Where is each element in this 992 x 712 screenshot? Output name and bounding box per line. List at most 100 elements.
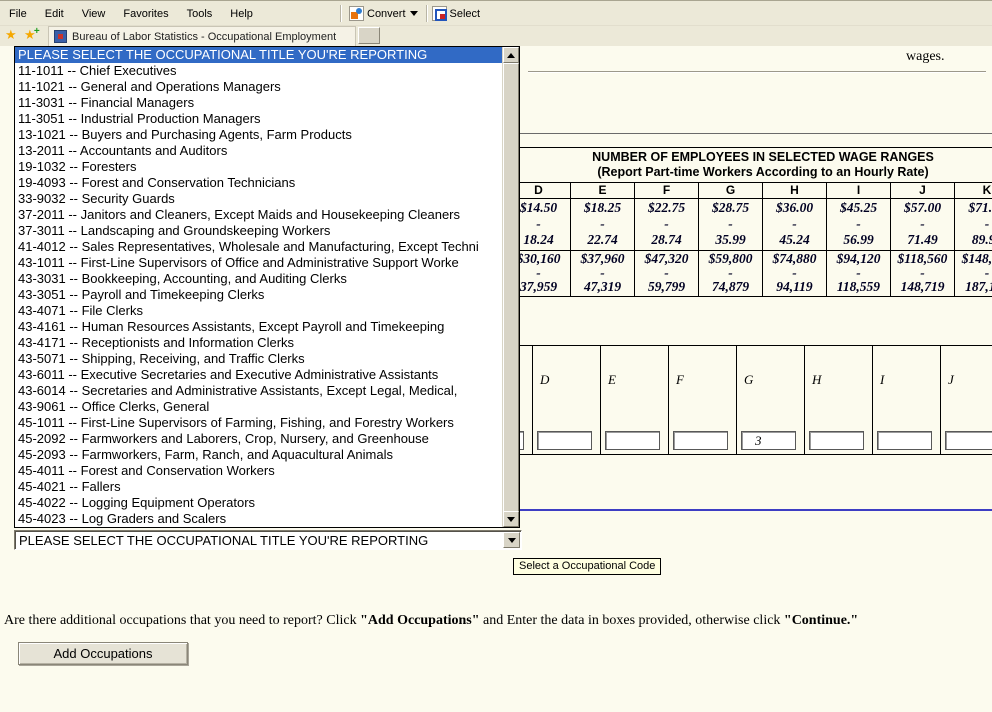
wage-range-dash: -: [763, 216, 826, 232]
occupation-option[interactable]: 37-3011 -- Landscaping and Groundskeepin…: [15, 223, 502, 239]
menu-item-file[interactable]: File: [0, 1, 36, 25]
occupation-option[interactable]: 45-4023 -- Log Graders and Scalers: [15, 511, 502, 527]
wage-range-dash: -: [763, 266, 826, 280]
wage-range-high: 148,719: [891, 280, 954, 294]
occupation-option[interactable]: 11-3051 -- Industrial Production Manager…: [15, 111, 502, 127]
wage-range-cell: $37,960-47,319: [571, 251, 635, 296]
convert-icon: [349, 6, 364, 21]
menu-item-help[interactable]: Help: [221, 1, 262, 25]
employee-count-input[interactable]: [809, 431, 864, 450]
employee-count-input[interactable]: [537, 431, 592, 450]
scroll-up-button[interactable]: [503, 47, 519, 63]
footer-part1: Are there additional occupations that yo…: [4, 613, 360, 628]
occupation-option[interactable]: 11-1011 -- Chief Executives: [15, 63, 502, 79]
employee-count-input[interactable]: [945, 431, 992, 450]
menu-item-favorites[interactable]: Favorites: [114, 1, 177, 25]
occupation-option[interactable]: 43-4171 -- Receptionists and Information…: [15, 335, 502, 351]
occupation-option[interactable]: 43-9061 -- Office Clerks, General: [15, 399, 502, 415]
occupation-option[interactable]: 37-2011 -- Janitors and Cleaners, Except…: [15, 207, 502, 223]
toolbar-group: Convert Select: [336, 1, 483, 26]
occupation-option[interactable]: 45-4011 -- Forest and Conservation Worke…: [15, 463, 502, 479]
menu-item-edit[interactable]: Edit: [36, 1, 73, 25]
add-occupations-button[interactable]: Add Occupations: [18, 642, 188, 665]
occupation-option[interactable]: 19-1032 -- Foresters: [15, 159, 502, 175]
footer-part2: and Enter the data in boxes provided, ot…: [480, 613, 784, 628]
occupation-option[interactable]: 43-3051 -- Payroll and Timekeeping Clerk…: [15, 287, 502, 303]
occupation-option[interactable]: PLEASE SELECT THE OCCUPATIONAL TITLE YOU…: [15, 47, 502, 63]
occupation-option[interactable]: 43-4071 -- File Clerks: [15, 303, 502, 319]
occupation-option[interactable]: 43-4161 -- Human Resources Assistants, E…: [15, 319, 502, 335]
horizontal-divider: [528, 71, 986, 73]
menu-item-view[interactable]: View: [73, 1, 115, 25]
wage-range-low: $57.00: [891, 200, 954, 216]
wage-range-dash: -: [827, 216, 890, 232]
entry-cell: D: [533, 346, 601, 454]
entry-cell: J: [941, 346, 992, 454]
select-button[interactable]: Select: [450, 8, 481, 20]
occupation-option[interactable]: 45-4022 -- Logging Equipment Operators: [15, 495, 502, 511]
wage-range-high: 22.74: [571, 232, 634, 248]
employee-count-input[interactable]: [877, 431, 932, 450]
wage-range-cell: $94,120-118,559: [827, 251, 891, 296]
occupation-option[interactable]: 45-4021 -- Fallers: [15, 479, 502, 495]
wage-range-low: $118,560: [891, 252, 954, 266]
occupation-option[interactable]: 45-1011 -- First-Line Supervisors of Far…: [15, 415, 502, 431]
listbox-scrollbar[interactable]: [502, 47, 519, 527]
chevron-down-icon: [410, 11, 418, 16]
wage-range-cell: $148,720-187,199: [955, 251, 992, 296]
occupation-option[interactable]: 45-2093 -- Farmworkers, Farm, Ranch, and…: [15, 447, 502, 463]
occupation-option[interactable]: 43-6011 -- Executive Secretaries and Exe…: [15, 367, 502, 383]
add-favorite-icon[interactable]: ★+: [24, 26, 36, 44]
occupation-option[interactable]: 43-6014 -- Secretaries and Administrativ…: [15, 383, 502, 399]
scroll-down-button[interactable]: [503, 511, 519, 527]
wage-range-dash: -: [891, 216, 954, 232]
occupation-listbox[interactable]: PLEASE SELECT THE OCCUPATIONAL TITLE YOU…: [14, 46, 520, 528]
menu-bar: FileEditViewFavoritesToolsHelp Convert S…: [0, 0, 992, 26]
occupation-option[interactable]: 43-5071 -- Shipping, Receiving, and Traf…: [15, 351, 502, 367]
occupation-option[interactable]: 11-1021 -- General and Operations Manage…: [15, 79, 502, 95]
convert-button[interactable]: Convert: [367, 8, 406, 20]
employee-count-input[interactable]: [673, 431, 728, 450]
wage-range-high: 59,799: [635, 280, 698, 294]
occupation-option[interactable]: 33-9032 -- Security Guards: [15, 191, 502, 207]
menu-item-tools[interactable]: Tools: [178, 1, 222, 25]
occupation-option[interactable]: 13-2011 -- Accountants and Auditors: [15, 143, 502, 159]
favorites-star-icon[interactable]: ★: [5, 26, 17, 44]
scrollbar-thumb[interactable]: [503, 63, 519, 513]
wage-range-dash: -: [699, 266, 762, 280]
tab-title: Bureau of Labor Statistics - Occupationa…: [72, 31, 336, 43]
occupation-select[interactable]: PLEASE SELECT THE OCCUPATIONAL TITLE YOU…: [14, 530, 522, 550]
employee-count-input[interactable]: [605, 431, 660, 450]
occupation-option[interactable]: 11-3031 -- Financial Managers: [15, 95, 502, 111]
wage-range-high: 56.99: [827, 232, 890, 248]
footer-instructions: Are there additional occupations that yo…: [4, 613, 858, 629]
occupation-select-value: PLEASE SELECT THE OCCUPATIONAL TITLE YOU…: [19, 533, 501, 548]
entry-column-letter: G: [744, 372, 804, 387]
occupation-option[interactable]: 43-1011 -- First-Line Supervisors of Off…: [15, 255, 502, 271]
entry-column-letter: D: [540, 372, 600, 387]
wage-range-high: 187,199: [955, 280, 992, 294]
browser-tab[interactable]: Bureau of Labor Statistics - Occupationa…: [48, 26, 356, 46]
tab-side-button[interactable]: [358, 27, 380, 44]
wage-range-low: $37,960: [571, 252, 634, 266]
wage-range-low: $71.50: [955, 200, 992, 216]
blue-divider: [520, 509, 992, 511]
occupation-option[interactable]: 13-1021 -- Buyers and Purchasing Agents,…: [15, 127, 502, 143]
wage-table-title: NUMBER OF EMPLOYEES IN SELECTED WAGE RAN…: [507, 148, 992, 183]
wage-ranges-table: NUMBER OF EMPLOYEES IN SELECTED WAGE RAN…: [506, 147, 992, 297]
occupation-option[interactable]: 19-4093 -- Forest and Conservation Techn…: [15, 175, 502, 191]
wage-range-high: 118,559: [827, 280, 890, 294]
occupation-option[interactable]: 41-4012 -- Sales Representatives, Wholes…: [15, 239, 502, 255]
wage-range-high: 47,319: [571, 280, 634, 294]
wage-range-cell: $28.75-35.99: [699, 199, 763, 250]
wage-column-letter: F: [635, 183, 699, 198]
occupation-option[interactable]: 43-3031 -- Bookkeeping, Accounting, and …: [15, 271, 502, 287]
wage-range-dash: -: [955, 266, 992, 280]
toolbar-separator: [340, 5, 342, 22]
select-dropdown-button[interactable]: [503, 532, 520, 548]
employee-count-input[interactable]: [741, 431, 796, 450]
wage-range-cell: $47,320-59,799: [635, 251, 699, 296]
convert-dropdown-arrow[interactable]: [409, 11, 422, 16]
wage-column-letter: G: [699, 183, 763, 198]
occupation-option[interactable]: 45-2092 -- Farmworkers and Laborers, Cro…: [15, 431, 502, 447]
